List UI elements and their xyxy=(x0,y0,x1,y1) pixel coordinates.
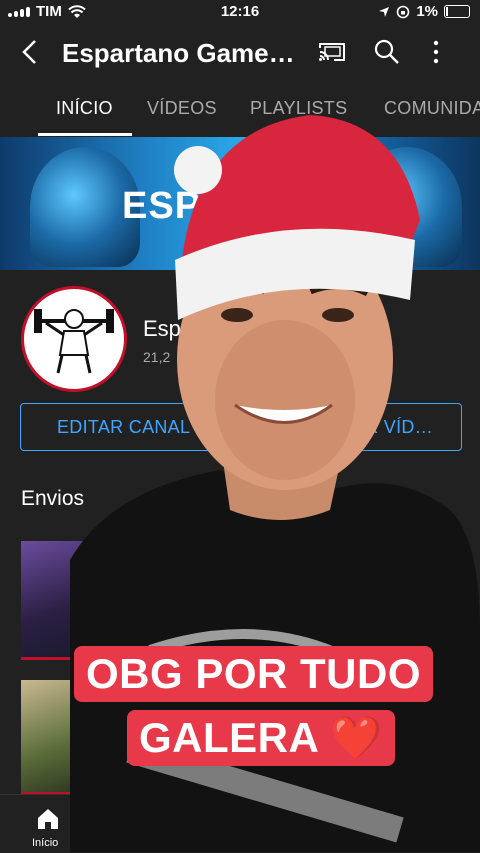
nav-item-home-label[interactable]: Início xyxy=(32,837,58,849)
battery-icon xyxy=(444,5,470,18)
chevron-left-icon[interactable] xyxy=(18,38,44,66)
status-bar: TIM 12:16 1% xyxy=(0,0,480,24)
location-icon xyxy=(379,6,390,17)
person-video-overlay xyxy=(70,115,480,852)
cast-icon[interactable] xyxy=(318,41,346,63)
channel-title: Espartano Game… xyxy=(62,38,295,68)
more-vertical-icon[interactable] xyxy=(432,40,440,64)
home-icon[interactable] xyxy=(36,807,60,831)
battery-label: 1% xyxy=(416,3,438,20)
search-icon[interactable] xyxy=(374,39,400,65)
app-bar: Espartano Game… xyxy=(0,24,480,82)
rotation-lock-icon xyxy=(397,5,410,18)
